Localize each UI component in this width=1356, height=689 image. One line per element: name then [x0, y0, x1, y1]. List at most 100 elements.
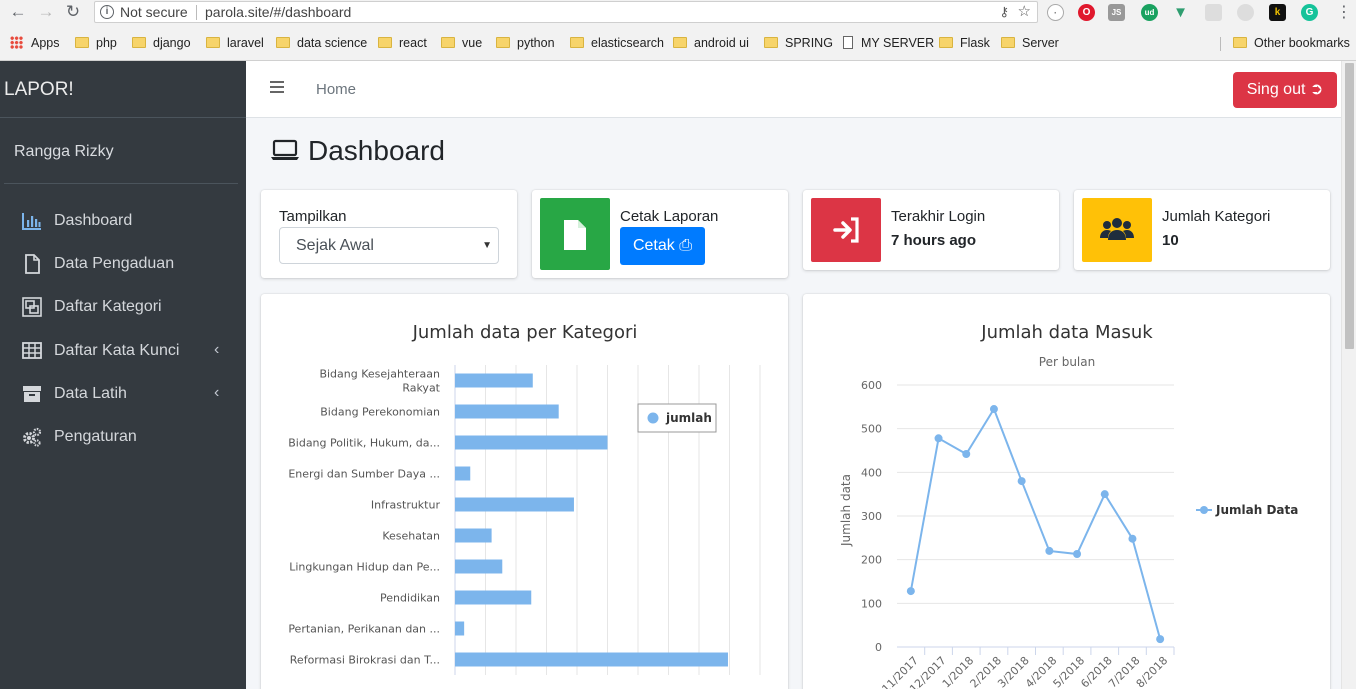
sidebar-item-daftar-kata-kunci[interactable]: Daftar Kata Kunci ‹: [0, 333, 246, 369]
bookmark-laravel[interactable]: laravel: [206, 35, 264, 51]
data-point[interactable]: [1017, 477, 1026, 486]
bookmark-data-science[interactable]: data science: [276, 35, 367, 51]
bookmark-my-server[interactable]: MY SERVER: [843, 35, 934, 51]
chart-series: [906, 405, 1165, 644]
data-point[interactable]: [1156, 635, 1165, 644]
bar[interactable]: [455, 404, 559, 419]
bookmark-server[interactable]: Server: [1001, 35, 1059, 51]
ud-extension-icon[interactable]: ud: [1141, 4, 1158, 21]
user-name[interactable]: Rangga Rizky: [14, 143, 114, 161]
bookmark-python[interactable]: python: [496, 35, 555, 51]
bookmark-label: MY SERVER: [861, 36, 935, 50]
extension-icon[interactable]: ·: [1047, 4, 1064, 21]
divider: [4, 183, 238, 184]
period-select[interactable]: Sejak Awal ▼: [279, 227, 499, 264]
bar[interactable]: [455, 528, 492, 543]
back-icon[interactable]: ←: [8, 2, 28, 22]
forward-icon[interactable]: →: [36, 2, 56, 22]
bookmark-label: elasticsearch: [591, 36, 664, 50]
chart-legend[interactable]: jumlah: [637, 403, 717, 433]
bar[interactable]: [455, 466, 471, 481]
url-text[interactable]: parola.site/#/dashboard: [205, 2, 351, 22]
chevron-left-icon[interactable]: ‹: [214, 341, 219, 359]
data-point[interactable]: [989, 405, 998, 414]
address-bar[interactable]: i Not secure parola.site/#/dashboard ⚷ ☆: [94, 1, 1038, 23]
bookmark-other[interactable]: Other bookmarks: [1233, 35, 1350, 51]
sidebar-item-data-latih[interactable]: Data Latih ‹: [0, 376, 246, 412]
bookmark-elasticsearch[interactable]: elasticsearch: [570, 35, 664, 51]
js-extension-icon[interactable]: JS: [1108, 4, 1125, 21]
hamburger-menu-icon[interactable]: [270, 81, 284, 95]
brand-logo[interactable]: LAPOR!: [4, 79, 74, 101]
sidebar-item-dashboard[interactable]: Dashboard: [0, 203, 246, 239]
bookmark-spring[interactable]: SPRING: [764, 35, 833, 51]
opera-icon[interactable]: O: [1078, 4, 1095, 21]
bar[interactable]: [455, 373, 533, 388]
bookmark-php[interactable]: php: [75, 35, 117, 51]
chart-title: Jumlah data per Kategori: [412, 322, 638, 343]
data-point[interactable]: [1073, 549, 1082, 558]
bookmark-label: django: [153, 36, 191, 50]
page-scrollbar[interactable]: [1341, 61, 1356, 689]
info-icon[interactable]: i: [100, 5, 114, 19]
reload-icon[interactable]: ↻: [63, 2, 83, 22]
chart-legend[interactable]: Jumlah Data: [1196, 503, 1298, 517]
bookmark-android-ui[interactable]: android ui: [673, 35, 749, 51]
bookmark-react[interactable]: react: [378, 35, 427, 51]
k-extension-icon[interactable]: k: [1269, 4, 1286, 21]
bar[interactable]: [455, 621, 465, 636]
data-point[interactable]: [962, 449, 971, 458]
data-point[interactable]: [1128, 534, 1137, 543]
sign-out-button[interactable]: Sing out ➲: [1233, 72, 1337, 108]
sign-in-icon: [833, 217, 859, 243]
browser-menu-icon[interactable]: ⋮: [1336, 2, 1352, 22]
bar[interactable]: [455, 497, 574, 512]
folder-icon: [570, 37, 584, 48]
chevron-left-icon[interactable]: ‹: [214, 384, 219, 402]
bar[interactable]: [455, 559, 503, 574]
key-icon[interactable]: ⚷: [999, 2, 1009, 22]
bookmark-apps[interactable]: Apps: [10, 35, 60, 51]
folder-icon: [939, 37, 953, 48]
sidebar-item-daftar-kategori[interactable]: Daftar Kategori: [0, 289, 246, 325]
category-icon-box: [1082, 198, 1152, 262]
grammarly-icon[interactable]: G: [1301, 4, 1318, 21]
print-button[interactable]: Cetak ⎙: [620, 227, 705, 265]
folder-icon: [206, 37, 220, 48]
browser-nav-row: ← → ↻ i Not secure parola.site/#/dashboa…: [0, 0, 1356, 25]
category-label: Pertanian, Perikanan dan ...: [288, 623, 440, 636]
folder-icon: [132, 37, 146, 48]
monthly-chart-card: Jumlah data Masuk Per bulan Jumlah data …: [803, 294, 1330, 689]
page-icon: [843, 36, 853, 49]
sidebar-item-data-pengaduan[interactable]: Data Pengaduan: [0, 246, 246, 282]
bookmark-vue[interactable]: vue: [441, 35, 482, 51]
top-navbar: Home Sing out ➲: [246, 61, 1341, 118]
table-icon: [22, 342, 42, 359]
apps-icon: [10, 36, 23, 49]
data-point[interactable]: [1045, 546, 1054, 555]
category-bar-chart: Jumlah data per Kategori Bidang Kesejaht…: [288, 322, 761, 675]
bookmark-django[interactable]: django: [132, 35, 191, 51]
grid-extension-icon[interactable]: [1205, 4, 1222, 21]
star-icon[interactable]: ☆: [1018, 2, 1031, 22]
data-point[interactable]: [1100, 490, 1109, 499]
home-link[interactable]: Home: [316, 81, 356, 98]
category-count-label: Jumlah Kategori: [1162, 208, 1271, 225]
data-point[interactable]: [934, 434, 943, 443]
bookmark-label: php: [96, 36, 117, 50]
bookmark-flask[interactable]: Flask: [939, 35, 990, 51]
login-icon-box: [811, 198, 881, 262]
last-login-value: 7 hours ago: [891, 232, 977, 249]
bar[interactable]: [455, 590, 532, 605]
legend-marker: [1200, 506, 1208, 514]
series-line: [909, 406, 1162, 640]
sidebar-item-pengaturan[interactable]: Pengaturan: [0, 419, 246, 455]
data-point[interactable]: [906, 587, 915, 596]
circle-extension-icon[interactable]: [1237, 4, 1254, 21]
vue-devtools-icon[interactable]: ▼: [1172, 4, 1189, 21]
sidebar: LAPOR! Rangga Rizky Dashboard Data Penga…: [0, 61, 246, 689]
bar-chart-icon: [22, 213, 41, 230]
scrollbar-thumb[interactable]: [1345, 63, 1354, 349]
bar[interactable]: [455, 652, 728, 667]
bar[interactable]: [455, 435, 608, 450]
